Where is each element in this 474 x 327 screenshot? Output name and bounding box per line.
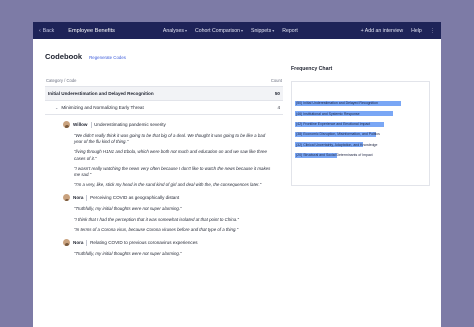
subcategory-label: Minimizing and Normalizing Early Threat (61, 105, 144, 110)
frequency-bar-row[interactable]: (50) Initial Underestimation and Delayed… (295, 101, 425, 107)
project-title: Employee Benefits (68, 27, 115, 34)
back-label: Back (42, 27, 55, 34)
main-nav: Analyses ▾ Cohort Comparison ▾ Snippets ▾ R… (163, 28, 298, 34)
regenerate-codes-link[interactable]: Regenerate Codes (89, 55, 126, 60)
nav-analyses[interactable]: Analyses ▾ (163, 28, 187, 34)
column-category-code: Category / Code (46, 78, 77, 83)
quote: "living through H1N1 and Ebola, which we… (74, 149, 267, 161)
chevron-down-icon: ▾ (240, 28, 243, 33)
nav-snippets[interactable]: Snippets ▾ (251, 28, 274, 34)
speaker-name: Nora (73, 195, 84, 201)
frequency-bar-row[interactable]: (42) Frontline Experience and Emotional … (295, 121, 425, 127)
table-header: Category / Code Count (45, 78, 283, 87)
back-button[interactable]: ‹ Back (39, 28, 54, 34)
frequency-chart: (50) Initial Underestimation and Delayed… (291, 81, 430, 186)
quote: "We didn't really think it was going to … (74, 133, 266, 145)
column-count: Count (270, 78, 282, 83)
speaker-name: Nora (73, 240, 84, 246)
category-label: Initial Underestimation and Delayed Reco… (48, 91, 154, 96)
frequency-bar-label: (50) Initial Underestimation and Delayed… (296, 101, 378, 106)
help-link[interactable]: Help (411, 28, 422, 34)
code-label: Relating COVID to previous coronavirus e… (90, 240, 198, 246)
nav-report[interactable]: Report (282, 28, 298, 34)
quote: "Truthfully, my initial thoughts were no… (74, 206, 182, 212)
chevron-down-icon: ▾ (184, 28, 187, 33)
divider (86, 239, 88, 246)
chevron-down-icon[interactable]: ⌄ (55, 105, 58, 110)
topbar-actions: + Add an interview Help ⋮ (361, 28, 435, 34)
chevron-down-icon: ▾ (272, 28, 275, 33)
frequency-bar-label: (32) Clinical Uncertainty, Adaptation, a… (296, 142, 378, 147)
subcategory-row[interactable]: ⌄ Minimizing and Normalizing Early Threa… (45, 101, 283, 115)
category-count: 50 (274, 91, 280, 96)
chevron-left-icon: ‹ (39, 27, 41, 34)
avatar (63, 121, 70, 128)
code-list: Willow Underestimating pandemic severity… (45, 120, 283, 257)
quote: "I think that I had the perception that … (74, 216, 239, 222)
app-window: ‹ Back Employee Benefits Analyses ▾ Cohor… (33, 22, 441, 327)
code-label: Underestimating pandemic severity (94, 122, 166, 127)
code-row[interactable]: Nora Relating COVID to previous coronavi… (63, 238, 283, 247)
frequency-bar-label: (38) Economic Disruption, Misinformation… (296, 132, 380, 137)
frequency-chart-title: Frequency Chart (291, 66, 333, 72)
frequency-bar-row[interactable]: (32) Clinical Uncertainty, Adaptation, a… (295, 142, 425, 148)
frequency-bar-label: (46) Institutional and Systemic Response (296, 111, 360, 116)
quote: "Truthfully, my initial thoughts were no… (74, 251, 182, 257)
frequency-chart-panel: Frequency Chart (50) Initial Underestima… (291, 66, 430, 186)
quote: "I'm a very, like, stick my head in the … (74, 182, 262, 188)
divider (86, 194, 88, 201)
divider (90, 121, 92, 128)
quote: "I wasn't really watching the news very … (74, 165, 271, 178)
frequency-bar-label: (42) Frontline Experience and Emotional … (296, 121, 371, 126)
frequency-bar-row[interactable]: (46) Institutional and Systemic Response (295, 111, 425, 117)
add-interview-button[interactable]: + Add an interview (361, 28, 404, 34)
category-row[interactable]: Initial Underestimation and Delayed Reco… (45, 87, 283, 101)
quote: "In terms of a Corona virus, because Cor… (74, 226, 239, 232)
frequency-bar-row[interactable]: (38) Economic Disruption, Misinformation… (295, 131, 425, 138)
subcategory-count: 4 (277, 105, 280, 110)
speaker-name: Willow (73, 122, 88, 127)
avatar (63, 239, 70, 247)
top-navigation-bar: ‹ Back Employee Benefits Analyses ▾ Cohor… (33, 22, 441, 39)
codebook-panel: Codebook Regenerate Codes Category / Cod… (45, 52, 283, 257)
avatar (63, 194, 70, 202)
nav-cohort-comparison[interactable]: Cohort Comparison ▾ (195, 28, 243, 34)
code-row[interactable]: Nora Perceiving COVID as geographically … (63, 193, 283, 202)
more-icon[interactable]: ⋮ (430, 28, 435, 34)
frequency-bar-row[interactable]: (20) Structural and Social Determinants … (295, 152, 425, 158)
code-label: Perceiving COVID as geographically dista… (90, 195, 180, 201)
code-row[interactable]: Willow Underestimating pandemic severity (63, 120, 283, 129)
frequency-bar-label: (20) Structural and Social Determinants … (296, 152, 373, 157)
page-title: Codebook (45, 52, 83, 61)
